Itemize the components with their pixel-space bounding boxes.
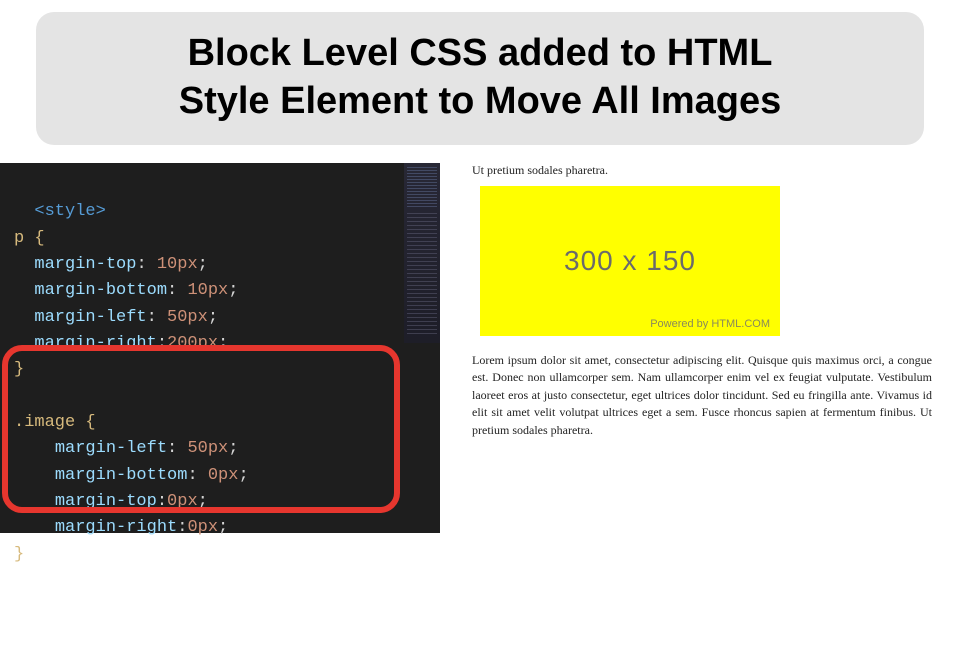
code-editor: <style> p { margin-top: 10px; margin-bot… <box>0 163 440 533</box>
preview-pane: Ut pretium sodales pharetra. 300 x 150 P… <box>440 163 960 533</box>
placeholder-credit: Powered by HTML.COM <box>650 318 770 330</box>
selector-p: p { <box>14 229 45 248</box>
editor-minimap <box>404 163 440 343</box>
code-editor-pane: <style> p { margin-top: 10px; margin-bot… <box>0 163 440 533</box>
style-open-tag: <style> <box>34 202 105 221</box>
image-placeholder: 300 x 150 Powered by HTML.COM <box>480 186 780 336</box>
slide-title: Block Level CSS added to HTML Style Elem… <box>36 12 924 145</box>
content-row: <style> p { margin-top: 10px; margin-bot… <box>0 163 960 533</box>
lorem-paragraph: Lorem ipsum dolor sit amet, consectetur … <box>472 352 932 439</box>
code-line: margin-bottom: 0px; <box>14 466 249 485</box>
code-line: margin-right:200px; <box>14 334 228 353</box>
code-line: .image { <box>14 413 96 432</box>
code-line: p { <box>14 229 45 248</box>
title-line-2: Style Element to Move All Images <box>60 78 900 126</box>
code-line: margin-right:0px; <box>14 518 228 537</box>
code-line: } <box>14 360 24 379</box>
code-line: margin-top:0px; <box>14 492 208 511</box>
blank-line <box>14 387 24 406</box>
preview-top-text: Ut pretium sodales pharetra. <box>472 163 932 178</box>
code-line: <style> <box>14 202 106 221</box>
code-line: margin-top: 10px; <box>14 255 208 274</box>
code-line: } <box>14 545 24 564</box>
selector-image: .image { <box>14 413 96 432</box>
code-line: margin-bottom: 10px; <box>14 281 238 300</box>
code-line: margin-left: 50px; <box>14 439 238 458</box>
placeholder-dimensions: 300 x 150 <box>564 245 696 277</box>
title-line-1: Block Level CSS added to HTML <box>60 30 900 78</box>
code-line: margin-left: 50px; <box>14 308 218 327</box>
